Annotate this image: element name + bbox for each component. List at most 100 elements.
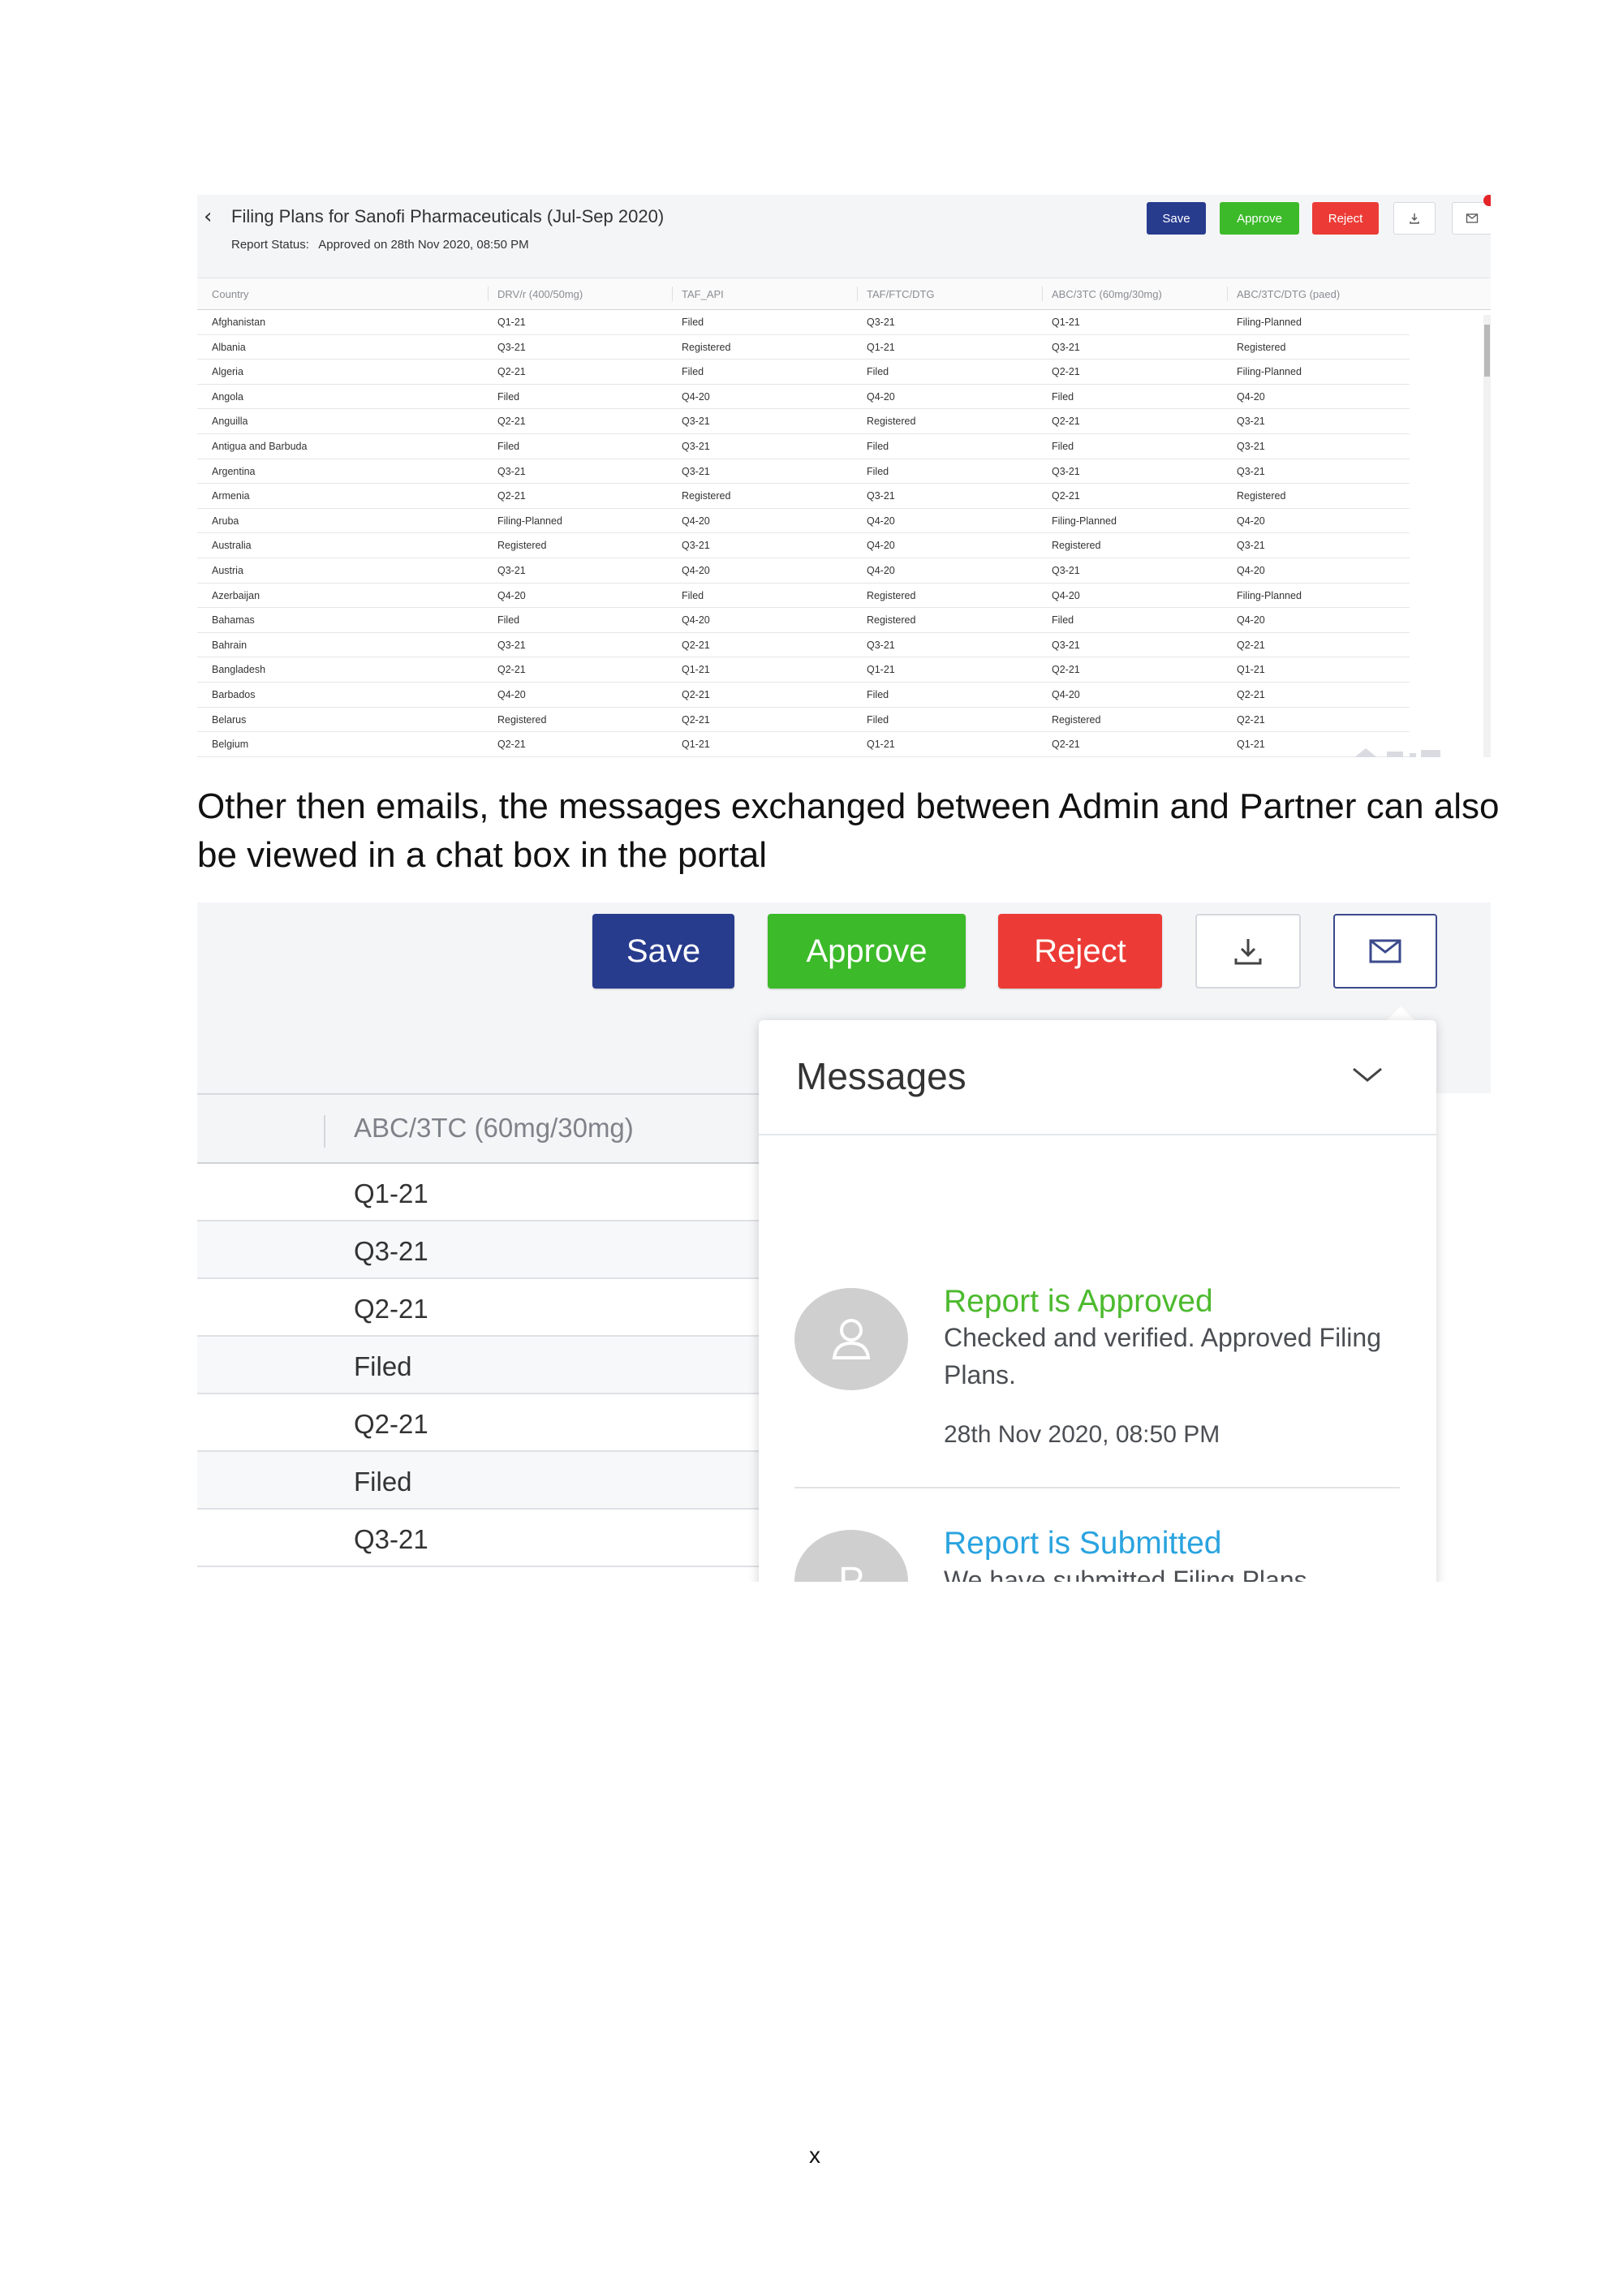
table-cell: Q1-21 (867, 341, 895, 353)
table-cell: Q4-20 (1237, 564, 1265, 576)
table-cell: Registered (497, 713, 547, 726)
save-button[interactable]: Save (1147, 202, 1206, 235)
table-cell: Registered (1052, 713, 1101, 726)
column-header[interactable]: Country (212, 288, 249, 300)
table-cell: Filed (867, 440, 889, 452)
column-separator (488, 286, 489, 301)
table-cell: Filing-Planned (497, 515, 562, 527)
table-row[interactable]: Aruba Filing-Planned Q4-20 Q4-20 Filing-Plan… (197, 509, 1410, 534)
save-button-zoomed[interactable]: Save (592, 914, 734, 989)
table-row[interactable]: Barbados Q4-20 Q2-21 Filed Q4-20 Q2-21 (197, 683, 1410, 708)
table-row[interactable]: Q3-21 (197, 1221, 765, 1279)
table-row[interactable]: Bangladesh Q2-21 Q1-21 Q1-21 Q2-21 Q1-21 (197, 657, 1410, 683)
download-button-zoomed[interactable] (1195, 914, 1301, 989)
table-scrollbar[interactable] (1483, 315, 1491, 757)
table-row[interactable]: Belarus Registered Q2-21 Filed Registered Q2-… (197, 708, 1410, 733)
table-cell: Filing-Planned (1237, 317, 1302, 328)
approve-button[interactable]: Approve (1220, 202, 1299, 235)
table-cell: Antigua and Barbuda (212, 440, 308, 452)
table-cell: Filed (1052, 440, 1074, 452)
table-row[interactable]: Q2-21 (197, 1394, 765, 1452)
watermark-logo (1354, 748, 1440, 757)
table-body: Afghanistan Q1-21 Filed Q3-21 Q1-21 Filing-Pl… (197, 310, 1491, 757)
table-row[interactable]: Argentina Q3-21 Q3-21 Filed Q3-21 Q3-21 (197, 459, 1410, 485)
table-cell: Registered (682, 341, 731, 353)
table-row[interactable]: Austria Q3-21 Q4-20 Q4-20 Q3-21 Q4-20 (197, 558, 1410, 584)
table-cell: Filed (682, 366, 704, 378)
table-cell: Q1-21 (682, 739, 710, 751)
table-cell: Q3-21 (1237, 465, 1265, 477)
table-cell: Registered (867, 416, 916, 428)
download-button[interactable] (1393, 202, 1436, 235)
table-cell: Q1-21 (1237, 739, 1265, 751)
scrollbar-thumb[interactable] (1484, 325, 1490, 377)
table-row[interactable]: Anguilla Q2-21 Q3-21 Registered Q2-21 Q3-21 (197, 409, 1410, 434)
table-cell: Q3-21 (1052, 564, 1080, 576)
table-row[interactable]: Algeria Q2-21 Filed Filed Q2-21 Filing-Planne… (197, 360, 1410, 385)
table-cell: Australia (212, 540, 252, 552)
table-cell: Filed (867, 465, 889, 477)
table-row[interactable]: Filed (197, 1452, 765, 1510)
table-cell: Armenia (212, 490, 250, 502)
table-cell: Q2-21 (1052, 366, 1080, 378)
messages-panel-title: Messages (796, 1055, 966, 1097)
table-row[interactable]: Q3-21 (197, 1510, 765, 1567)
table-cell: Anguilla (212, 416, 248, 428)
filing-plans-table: Country DRV/r (400/50mg) TAF_API TAF/FTC/DT… (197, 278, 1491, 757)
table-row[interactable]: Antigua and Barbuda Filed Q3-21 Filed Filed Q… (197, 434, 1410, 459)
table-cell: Q4-20 (497, 688, 526, 700)
table-cell: Q4-20 (682, 515, 710, 527)
table-cell: Q4-20 (1237, 515, 1265, 527)
table-cell: Bahrain (212, 639, 248, 651)
table-cell: Filed (682, 317, 704, 328)
table-cell: Q1-21 (497, 317, 526, 328)
table-row[interactable]: Armenia Q2-21 Registered Q3-21 Q2-21 Register… (197, 484, 1410, 509)
table-row[interactable]: Bahamas Filed Q4-20 Registered Filed Q4-20 (197, 608, 1410, 633)
chevron-left-icon[interactable]: ‹ (204, 205, 212, 229)
column-header[interactable]: ABC/3TC (60mg/30mg) (1052, 288, 1162, 300)
table-cell: Filed (682, 589, 704, 601)
table-row[interactable]: Albania Q3-21 Registered Q1-21 Q3-21 Register… (197, 335, 1410, 360)
messages-button-zoomed[interactable] (1333, 914, 1437, 989)
table-cell: Q4-20 (682, 564, 710, 576)
column-header[interactable]: DRV/r (400/50mg) (497, 288, 583, 300)
column-header[interactable]: ABC/3TC/DTG (paed) (1237, 288, 1340, 300)
table-cell: Q2-21 (497, 739, 526, 751)
table-cell: Q3-21 (1052, 639, 1080, 651)
download-icon (1234, 939, 1262, 965)
table-row[interactable]: Australia Registered Q3-21 Q4-20 Registered Q… (197, 533, 1410, 558)
column-header[interactable]: TAF_API (682, 288, 724, 300)
table-cell: Q4-20 (1237, 614, 1265, 627)
reject-button[interactable]: Reject (1312, 202, 1379, 235)
table-cell: Q4-20 (867, 564, 895, 576)
table-row[interactable]: Q2-21 (197, 1279, 765, 1337)
table-cell: Q2-21 (354, 1409, 428, 1439)
message-title: Report is Submitted (944, 1526, 1222, 1561)
message-time: 28th Nov 2020, 08:50 PM (944, 1421, 1220, 1448)
table-row[interactable]: Filed (197, 1337, 765, 1394)
table-cell: Filed (867, 688, 889, 700)
chevron-down-icon[interactable] (1347, 1062, 1388, 1087)
table-row[interactable]: Afghanistan Q1-21 Filed Q3-21 Q1-21 Filing-Pl… (197, 310, 1410, 335)
table-cell: Registered (867, 589, 916, 601)
table-row[interactable]: Angola Filed Q4-20 Q4-20 Filed Q4-20 (197, 385, 1410, 410)
table-cell: Q1-21 (867, 664, 895, 676)
approve-button-zoomed[interactable]: Approve (768, 914, 966, 989)
table-cell: Q3-21 (867, 639, 895, 651)
avatar (794, 1288, 908, 1390)
table-cell: Belgium (212, 739, 249, 751)
reject-button-zoomed[interactable]: Reject (998, 914, 1162, 989)
messages-button[interactable] (1452, 202, 1491, 235)
table-cell: Argentina (212, 465, 256, 477)
table-row[interactable]: Azerbaijan Q4-20 Filed Registered Q4-20 Filin… (197, 584, 1410, 609)
table-row[interactable]: Q1-21 (197, 1164, 765, 1221)
page-footer: x (809, 2143, 820, 2168)
table-cell: Q1-21 (867, 739, 895, 751)
table-cell: Q1-21 (1052, 317, 1080, 328)
table-cell: Q2-21 (1052, 664, 1080, 676)
table-row[interactable]: Bahrain Q3-21 Q2-21 Q3-21 Q3-21 Q2-21 (197, 633, 1410, 658)
table-cell: Filing-Planned (1237, 366, 1302, 378)
table-row[interactable]: Belgium Q2-21 Q1-21 Q1-21 Q2-21 Q1-21 (197, 732, 1410, 757)
table-cell: Q4-20 (682, 614, 710, 627)
column-header[interactable]: TAF/FTC/DTG (867, 288, 935, 300)
